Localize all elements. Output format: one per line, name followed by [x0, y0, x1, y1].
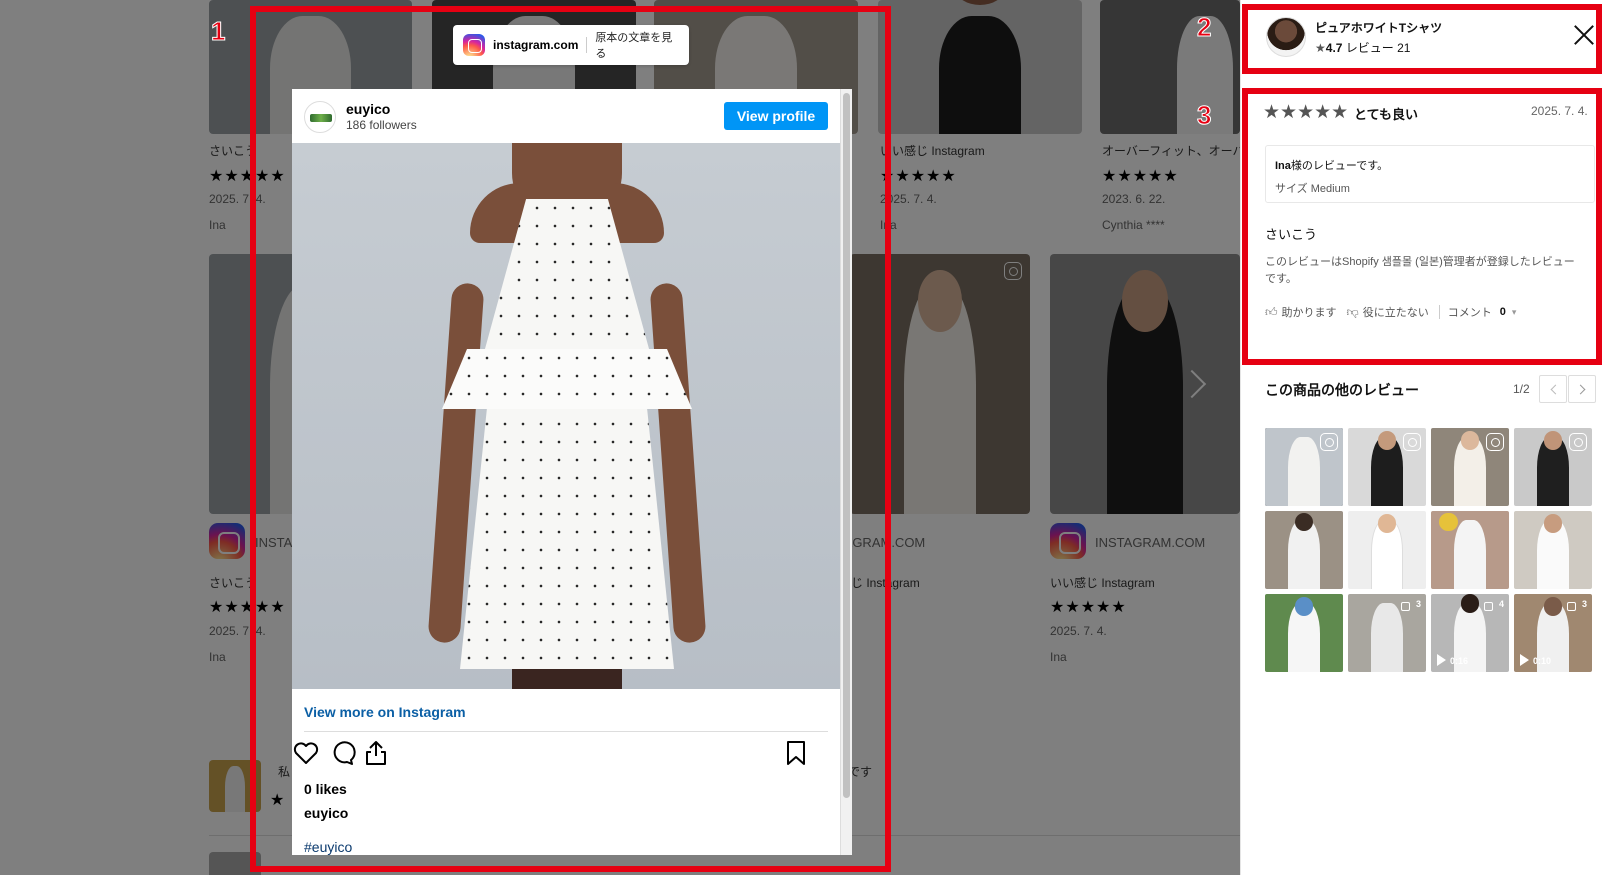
review-thumbnail[interactable] — [1514, 428, 1592, 506]
reviewer-size: サイズ Medium — [1275, 180, 1350, 196]
review-thumbnail[interactable] — [1514, 511, 1592, 589]
next-page-button[interactable] — [1568, 375, 1596, 403]
review-thumbnail[interactable]: 4 0:16 — [1431, 594, 1509, 672]
review-thumbnail[interactable]: 3 — [1348, 594, 1426, 672]
chevron-left-icon — [1550, 384, 1561, 395]
review-count: レビュー 21 — [1345, 41, 1411, 55]
multi-image-icon — [1401, 602, 1410, 611]
reviewer-line: Ina様のレビューです。 — [1275, 157, 1388, 173]
reviewer-suffix: 様のレビューです。 — [1290, 160, 1389, 172]
play-icon — [1520, 654, 1529, 666]
avatar[interactable] — [304, 101, 336, 133]
divider — [1438, 305, 1440, 319]
divider — [304, 731, 828, 732]
bookmark-icon[interactable] — [782, 739, 810, 767]
instagram-source-pill[interactable]: instagram.com 原本の文章を見る — [453, 25, 689, 65]
instagram-icon — [463, 34, 485, 56]
annotation-number: 2 — [1196, 12, 1212, 43]
helpful-button[interactable]: 👍︎ 助かります — [1265, 304, 1337, 320]
hashtag-link[interactable]: #euyico — [304, 839, 352, 855]
video-duration: 0:10 — [1533, 656, 1552, 666]
image-count: 3 — [1581, 599, 1587, 609]
share-icon[interactable] — [362, 739, 390, 767]
size-label: サイズ — [1275, 183, 1308, 195]
instagram-icon — [1403, 433, 1421, 451]
image-count: 3 — [1415, 599, 1421, 609]
image-count: 4 — [1498, 599, 1504, 609]
chevron-down-icon: ▾ — [1511, 306, 1517, 317]
review-detail-panel: ピュアホワイトTシャツ ★4.7 レビュー 21 ★★★★★ とても良い 202… — [1240, 0, 1604, 875]
post-image[interactable] — [292, 143, 840, 689]
polka-dot-dress — [442, 199, 692, 669]
play-icon — [1437, 654, 1446, 666]
review-thumbnail[interactable] — [1348, 511, 1426, 589]
review-thumbnail[interactable] — [1265, 428, 1343, 506]
comments-label: コメント — [1447, 307, 1492, 319]
other-reviews-page: 1/2 — [1513, 382, 1530, 396]
product-avatar — [1266, 17, 1306, 57]
close-button[interactable] — [1571, 22, 1597, 48]
comment-count: 0 — [1499, 306, 1506, 318]
divider — [586, 37, 588, 53]
heart-icon[interactable] — [292, 739, 320, 767]
review-thumbnail[interactable] — [1265, 511, 1343, 589]
instagram-embed: euyico 186 followers View profile View m… — [292, 89, 852, 855]
embed-username[interactable]: euyico — [346, 101, 390, 117]
chevron-right-icon — [1575, 384, 1586, 395]
multi-image-icon — [1484, 602, 1493, 611]
video-duration: 0:16 — [1450, 656, 1469, 666]
multi-image-icon — [1567, 602, 1576, 611]
helpful-label: 助かります — [1281, 307, 1337, 319]
instagram-icon — [1569, 433, 1587, 451]
view-more-on-instagram-link[interactable]: View more on Instagram — [304, 704, 466, 720]
thumbs-down-icon: 👎︎ — [1346, 304, 1359, 319]
review-actions: 👍︎ 助かります 👎︎ 役に立たない コメント 0 ▾ — [1265, 304, 1516, 320]
caption-username[interactable]: euyico — [304, 805, 348, 821]
review-thumbnail[interactable] — [1431, 511, 1509, 589]
review-date: 2025. 7. 4. — [1531, 104, 1588, 118]
source-domain: instagram.com — [493, 38, 579, 52]
review-thumbnail[interactable] — [1431, 428, 1509, 506]
scrollbar[interactable] — [840, 89, 852, 855]
product-rating: ★4.7 レビュー 21 — [1315, 39, 1410, 56]
review-admin-note: このレビューはShopify 샘플몰 (일본)管理者が登録したレビューです。 — [1265, 256, 1575, 286]
embed-followers: 186 followers — [346, 118, 417, 132]
other-reviews-title: この商品の他のレビュー — [1265, 382, 1419, 398]
review-title: とても良い — [1354, 107, 1418, 122]
reviewer-info-box: Ina様のレビューです。 サイズ Medium — [1265, 145, 1595, 203]
instagram-icon — [1320, 433, 1338, 451]
rating-score: 4.7 — [1325, 41, 1343, 55]
review-thumbnail[interactable]: 3 0:10 — [1514, 594, 1592, 672]
likes-count: 0 likes — [304, 781, 347, 797]
previous-page-button[interactable] — [1539, 375, 1567, 403]
review-stars: ★★★★★ — [1263, 102, 1349, 123]
product-name[interactable]: ピュアホワイトTシャツ — [1315, 19, 1442, 36]
star-icon: ★ — [1315, 41, 1326, 55]
embed-header: euyico 186 followers View profile — [292, 89, 840, 143]
review-body: さいこう — [1265, 227, 1318, 242]
not-helpful-label: 役に立たない — [1362, 307, 1429, 319]
annotation-number: 1 — [210, 16, 226, 47]
view-original-link[interactable]: 原本の文章を見る — [595, 29, 679, 61]
annotation-number: 3 — [1196, 100, 1212, 131]
reviewer-name: Ina — [1275, 160, 1291, 172]
not-helpful-button[interactable]: 👎︎ 役に立たない — [1347, 304, 1429, 320]
thumbs-up-icon: 👍︎ — [1265, 304, 1278, 319]
comments-toggle[interactable]: コメント 0 ▾ — [1448, 304, 1517, 320]
review-thumbnail[interactable] — [1265, 594, 1343, 672]
instagram-icon — [1486, 433, 1504, 451]
review-thumbnail[interactable] — [1348, 428, 1426, 506]
comment-icon[interactable] — [328, 739, 356, 767]
size-value: Medium — [1310, 183, 1350, 195]
view-profile-button[interactable]: View profile — [724, 102, 828, 130]
